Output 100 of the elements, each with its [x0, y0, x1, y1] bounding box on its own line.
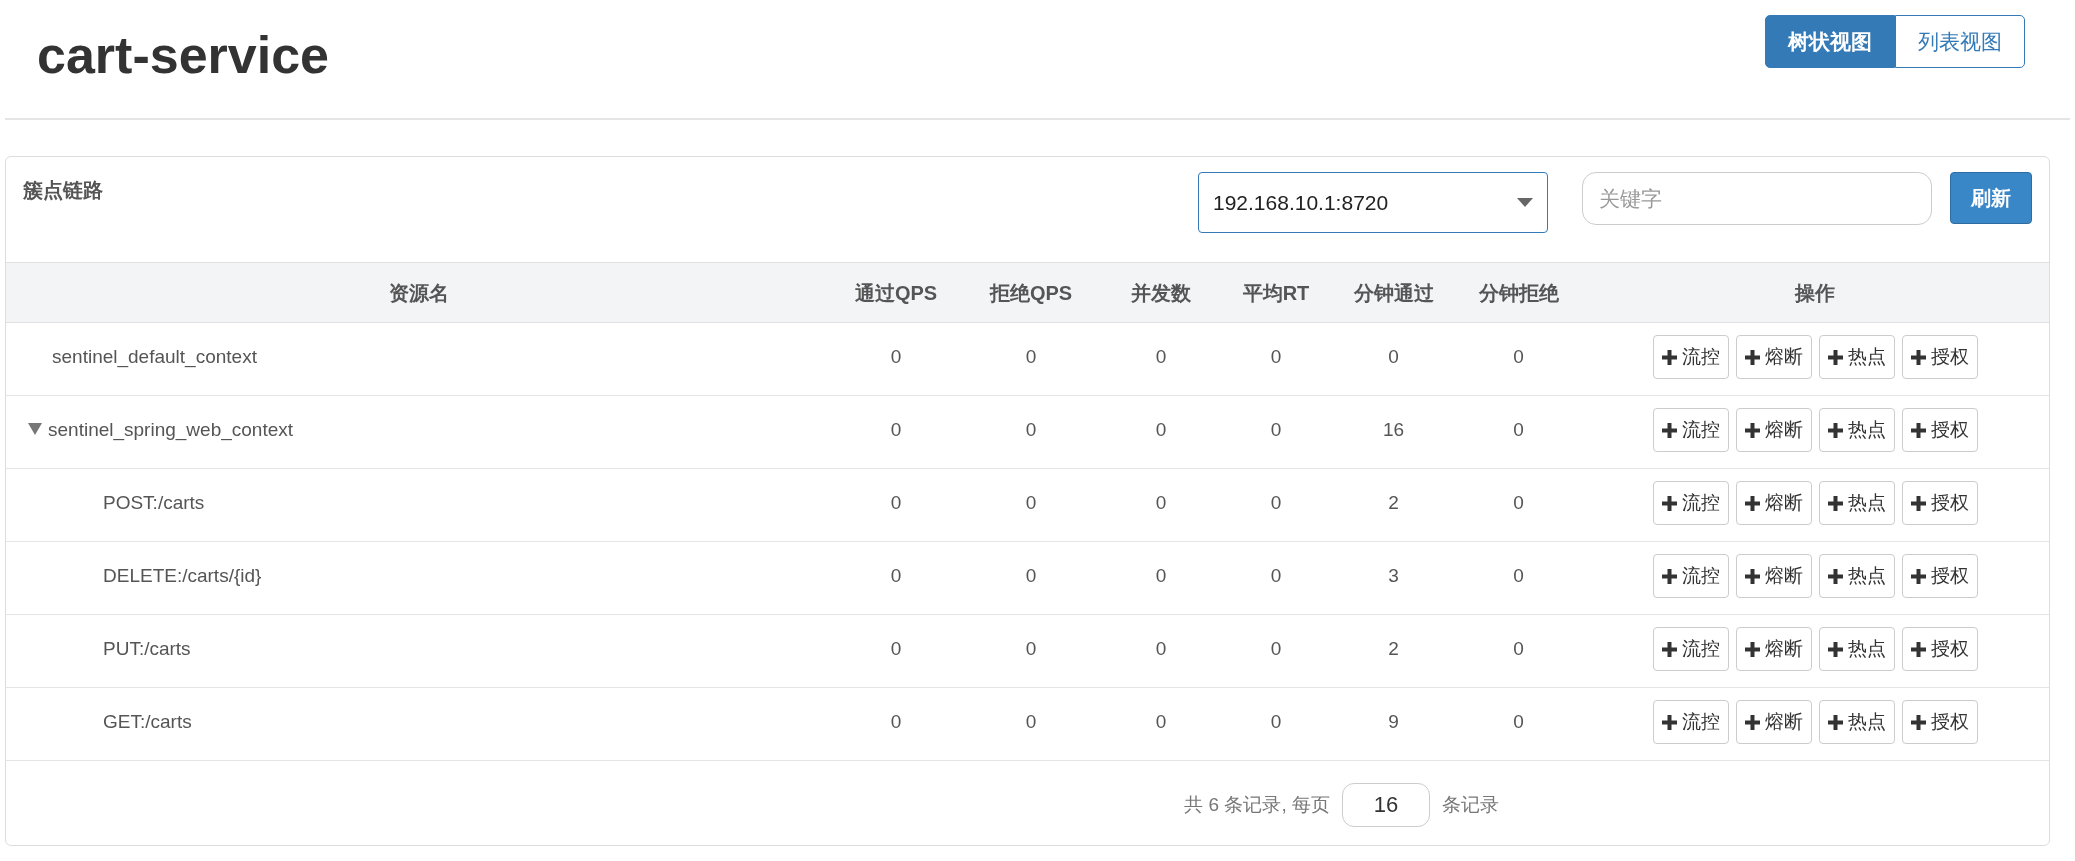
resource-name: GET:/carts	[103, 710, 192, 734]
plus-icon	[1910, 641, 1926, 657]
add-rule-button[interactable]: 熔断	[1735, 335, 1812, 379]
add-rule-button[interactable]: 授权	[1901, 481, 1978, 525]
plus-icon	[1827, 349, 1843, 365]
add-rule-button[interactable]: 授权	[1901, 627, 1978, 671]
view-tab[interactable]: 列表视图	[1895, 15, 2025, 68]
add-rule-button[interactable]: 授权	[1901, 335, 1978, 379]
metric-value: 0	[1025, 418, 1037, 442]
add-rule-button[interactable]: 热点	[1818, 408, 1895, 452]
metric-value: 2	[1388, 637, 1399, 661]
page-size-field[interactable]: 16	[1342, 783, 1430, 827]
panel-title: 簇点链路	[23, 178, 103, 203]
add-rule-button[interactable]: 流控	[1652, 481, 1729, 525]
select-value: 192.168.10.1:8720	[1213, 189, 1389, 216]
column-header: 并发数	[1131, 280, 1191, 306]
plus-icon	[1744, 495, 1760, 511]
metric-value: 0	[1025, 710, 1037, 734]
page-title: cart-service	[37, 25, 329, 86]
column-header: 资源名	[388, 280, 449, 306]
column-header: 平均RT	[1242, 280, 1310, 306]
add-rule-button[interactable]: 流控	[1652, 700, 1729, 744]
pagination-text: 条记录	[1442, 792, 1499, 817]
plus-icon	[1661, 349, 1677, 365]
column-header: 通过QPS	[854, 280, 938, 306]
metric-value: 9	[1388, 710, 1399, 734]
add-rule-button[interactable]: 流控	[1652, 408, 1729, 452]
resource-name: PUT:/carts	[103, 637, 191, 661]
plus-icon	[1827, 568, 1843, 584]
metric-value: 0	[1513, 637, 1524, 661]
plus-icon	[1661, 714, 1677, 730]
plus-icon	[1661, 422, 1677, 438]
metric-value: 0	[1270, 564, 1282, 588]
plus-icon	[1661, 641, 1677, 657]
machine-select[interactable]: 192.168.10.1:8720	[1198, 172, 1548, 233]
add-rule-button[interactable]: 热点	[1818, 627, 1895, 671]
metric-value: 0	[1270, 345, 1282, 369]
metric-value: 0	[1155, 491, 1167, 515]
metric-value: 0	[890, 564, 902, 588]
resource-name: sentinel_spring_web_context	[48, 418, 294, 443]
metric-value: 0	[890, 491, 902, 515]
add-rule-button[interactable]: 流控	[1652, 335, 1729, 379]
column-header: 分钟通过	[1353, 280, 1434, 306]
add-rule-button[interactable]: 流控	[1652, 554, 1729, 598]
plus-icon	[1910, 349, 1926, 365]
metric-value: 3	[1388, 564, 1399, 588]
plus-icon	[1744, 568, 1760, 584]
metric-value: 0	[1155, 418, 1167, 442]
add-rule-button[interactable]: 流控	[1652, 627, 1729, 671]
metric-value: 0	[1513, 491, 1524, 515]
add-rule-button[interactable]: 热点	[1818, 335, 1895, 379]
metric-value: 0	[1155, 637, 1167, 661]
plus-icon	[1910, 568, 1926, 584]
add-rule-button[interactable]: 熔断	[1735, 627, 1812, 671]
plus-icon	[1744, 422, 1760, 438]
plus-icon	[1910, 495, 1926, 511]
metric-value: 16	[1382, 418, 1405, 442]
plus-icon	[1744, 349, 1760, 365]
caret-down-icon[interactable]	[28, 423, 42, 435]
add-rule-button[interactable]: 熔断	[1735, 408, 1812, 452]
search-field[interactable]: 关键字	[1582, 172, 1932, 225]
plus-icon	[1910, 422, 1926, 438]
plus-icon	[1910, 714, 1926, 730]
plus-icon	[1827, 422, 1843, 438]
metric-value: 0	[1025, 637, 1037, 661]
metric-value: 0	[1155, 345, 1167, 369]
metric-value: 0	[890, 710, 902, 734]
metric-value: 0	[1513, 345, 1524, 369]
resource-name: DELETE:/carts/{id}	[103, 564, 262, 588]
add-rule-button[interactable]: 热点	[1818, 700, 1895, 744]
add-rule-button[interactable]: 熔断	[1735, 554, 1812, 598]
plus-icon	[1827, 495, 1843, 511]
add-rule-button[interactable]: 热点	[1818, 481, 1895, 525]
plus-icon	[1744, 714, 1760, 730]
plus-icon	[1744, 641, 1760, 657]
metric-value: 0	[1513, 564, 1524, 588]
metric-value: 0	[1388, 345, 1399, 369]
metric-value: 2	[1388, 491, 1399, 515]
metric-value: 0	[1513, 418, 1524, 442]
view-tab[interactable]: 树状视图	[1765, 15, 1895, 68]
add-rule-button[interactable]: 授权	[1901, 700, 1978, 744]
add-rule-button[interactable]: 熔断	[1735, 700, 1812, 744]
metric-value: 0	[1270, 418, 1282, 442]
caret-down-icon	[1517, 198, 1533, 207]
add-rule-button[interactable]: 熔断	[1735, 481, 1812, 525]
resource-name: POST:/carts	[103, 491, 205, 515]
metric-value: 0	[890, 418, 902, 442]
metric-value: 0	[1025, 564, 1037, 588]
add-rule-button[interactable]: 授权	[1901, 408, 1978, 452]
column-header: 拒绝QPS	[989, 280, 1073, 306]
column-header: 分钟拒绝	[1478, 280, 1559, 306]
plus-icon	[1661, 495, 1677, 511]
add-rule-button[interactable]: 授权	[1901, 554, 1978, 598]
metric-value: 0	[1270, 491, 1282, 515]
resource-name: sentinel_default_context	[52, 345, 257, 370]
metric-value: 0	[1513, 710, 1524, 734]
add-rule-button[interactable]: 热点	[1818, 554, 1895, 598]
metric-value: 0	[1155, 710, 1167, 734]
refresh-button[interactable]: 刷新	[1950, 172, 2032, 224]
plus-icon	[1827, 714, 1843, 730]
